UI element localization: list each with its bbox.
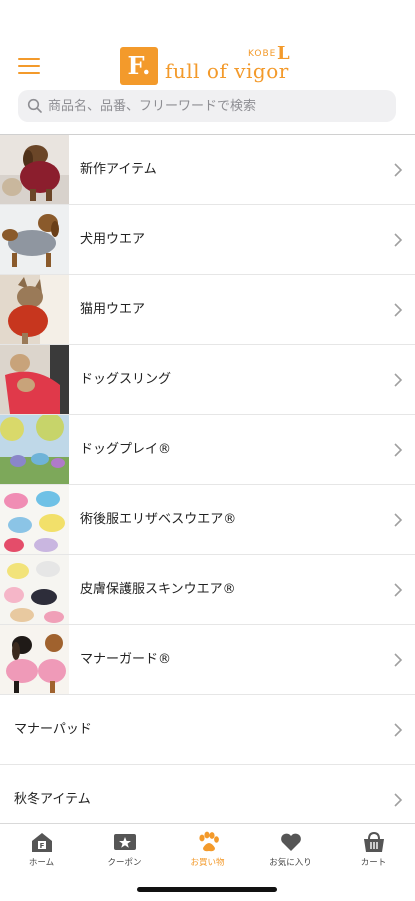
- chevron-right-icon: [394, 723, 403, 737]
- tab-shopping[interactable]: お買い物: [166, 830, 249, 874]
- home-indicator[interactable]: [137, 887, 277, 892]
- search-bar[interactable]: [18, 90, 396, 122]
- tab-label: クーポン: [107, 858, 142, 868]
- category-thumbnail: [0, 135, 69, 204]
- brand-logo[interactable]: F. full of vigor KOBE L: [120, 43, 300, 87]
- category-row-manner-guard[interactable]: マナーガード®: [0, 624, 415, 694]
- chevron-right-icon: [394, 653, 403, 667]
- category-thumbnail: [0, 625, 69, 694]
- search-icon: [27, 98, 42, 113]
- chevron-right-icon: [394, 793, 403, 807]
- paw-icon: [198, 831, 219, 852]
- category-row-dog-sling[interactable]: ドッグスリング: [0, 344, 415, 414]
- logo-wordmark: full of vigor: [165, 59, 289, 83]
- category-label: マナーパッド: [14, 722, 92, 737]
- tab-label: カート: [360, 858, 387, 868]
- category-row-cat-wear[interactable]: 猫用ウエア: [0, 274, 415, 344]
- category-label: ドッグスリング: [80, 372, 172, 387]
- category-thumbnail: [0, 345, 69, 414]
- category-list: 新作アイテム 犬用ウエア 猫用ウエア ドッグスリング ドッグプレイ® 術後服エリ…: [0, 134, 415, 834]
- category-row-elizabeth-wear[interactable]: 術後服エリザベスウエア®: [0, 484, 415, 554]
- category-thumbnail: [0, 555, 69, 624]
- category-label: 皮膚保護服スキンウエア®: [80, 582, 236, 597]
- chevron-right-icon: [394, 163, 403, 177]
- svg-text:F: F: [39, 842, 44, 850]
- category-label: 犬用ウエア: [80, 232, 146, 247]
- category-thumbnail: [0, 275, 69, 344]
- coupon-icon: [113, 834, 136, 850]
- home-icon: F: [31, 833, 52, 852]
- chevron-right-icon: [394, 303, 403, 317]
- search-input[interactable]: [48, 90, 388, 122]
- tab-label: お気に入り: [269, 858, 312, 868]
- category-thumbnail: [0, 485, 69, 554]
- chevron-right-icon: [394, 443, 403, 457]
- tab-label: お買い物: [190, 858, 225, 868]
- category-thumbnail: [0, 205, 69, 274]
- chevron-right-icon: [394, 373, 403, 387]
- category-row-skin-wear[interactable]: 皮膚保護服スキンウエア®: [0, 554, 415, 624]
- category-label: 猫用ウエア: [80, 302, 146, 317]
- logo-l-mark: L: [277, 43, 290, 64]
- chevron-right-icon: [394, 233, 403, 247]
- category-row-dog-play[interactable]: ドッグプレイ®: [0, 414, 415, 484]
- category-row-manner-pad[interactable]: マナーパッド: [0, 694, 415, 764]
- tab-label: ホーム: [28, 858, 55, 868]
- category-label: マナーガード®: [80, 652, 172, 667]
- tab-favorites[interactable]: お気に入り: [249, 830, 332, 874]
- logo-kobe: KOBE: [248, 49, 277, 59]
- tab-coupon[interactable]: クーポン: [83, 830, 166, 874]
- app-header: F. full of vigor KOBE L: [0, 0, 415, 125]
- category-row-new-items[interactable]: 新作アイテム: [0, 134, 415, 204]
- heart-icon: [280, 833, 301, 851]
- cart-icon: [363, 831, 384, 852]
- tab-cart[interactable]: カート: [332, 830, 415, 874]
- chevron-right-icon: [394, 513, 403, 527]
- chevron-right-icon: [394, 583, 403, 597]
- logo-mark: F.: [120, 47, 158, 85]
- category-row-dog-wear[interactable]: 犬用ウエア: [0, 204, 415, 274]
- category-thumbnail: [0, 415, 69, 484]
- category-label: 術後服エリザベスウエア®: [80, 512, 237, 527]
- category-label: 新作アイテム: [80, 162, 157, 177]
- category-label: ドッグプレイ®: [80, 442, 172, 457]
- tab-home[interactable]: F ホーム: [0, 830, 83, 874]
- menu-icon[interactable]: [18, 58, 40, 76]
